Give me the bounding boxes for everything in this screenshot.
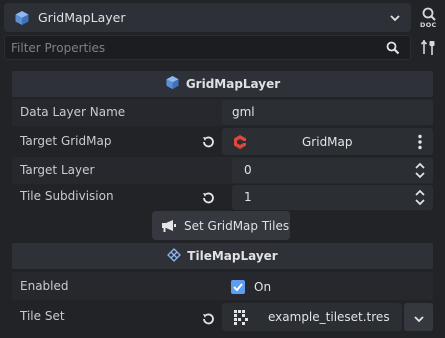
tile-subdivision-value: 1	[244, 190, 252, 204]
revert-icon[interactable]	[200, 190, 216, 206]
section-title: GridMapLayer	[185, 77, 281, 91]
tileset-icon	[233, 309, 249, 328]
enabled-checkbox[interactable]	[231, 280, 245, 294]
filter-properties-field[interactable]	[4, 35, 411, 60]
section-header-tilemaplayer[interactable]: TileMapLayer	[12, 243, 433, 269]
tile-set-resource-picker[interactable]: example_tileset.tres	[222, 303, 402, 331]
data-layer-name-value: gml	[232, 105, 255, 119]
chevron-down-icon	[413, 313, 425, 327]
property-label: Tile Subdivision	[20, 189, 114, 203]
megaphone-icon	[161, 219, 177, 236]
tile-subdivision-spinbox[interactable]: 1	[232, 185, 433, 210]
inspector-tools-button[interactable]	[418, 37, 440, 59]
filter-input[interactable]	[11, 40, 371, 56]
target-layer-value: 0	[244, 163, 252, 177]
tile-set-dropdown-button[interactable]	[404, 303, 433, 331]
chevron-down-icon	[389, 12, 401, 26]
gridmap-layer-icon	[14, 10, 30, 29]
gridmap-layer-icon	[165, 75, 180, 93]
spin-arrows-icon[interactable]	[414, 162, 426, 182]
tools-icon	[420, 40, 435, 55]
property-label: Data Layer Name	[20, 105, 126, 119]
more-vertical-icon[interactable]	[417, 134, 423, 153]
documentation-button[interactable]: DOC	[418, 5, 442, 31]
enabled-state-label: On	[254, 280, 272, 294]
property-label: Enabled	[20, 279, 69, 293]
target-gridmap-value: GridMap	[302, 135, 353, 149]
property-row	[12, 272, 433, 300]
data-layer-name-input[interactable]: gml	[222, 100, 433, 125]
tile-set-value: example_tileset.tres	[268, 310, 390, 324]
target-gridmap-picker[interactable]: GridMap	[222, 128, 433, 155]
target-layer-spinbox[interactable]: 0	[232, 158, 433, 183]
property-label: Tile Set	[20, 309, 65, 323]
node-title: GridMapLayer	[38, 10, 126, 25]
property-label: Target GridMap	[20, 134, 112, 148]
checkmark-icon	[233, 283, 243, 292]
doc-label: DOC	[420, 21, 437, 29]
search-icon	[386, 41, 400, 58]
set-gridmap-tiles-button[interactable]: Set GridMap Tiles	[152, 211, 290, 240]
revert-icon[interactable]	[200, 311, 216, 327]
tilemap-layer-icon	[167, 247, 182, 265]
property-label: Target Layer	[20, 163, 95, 177]
gridmap-icon	[232, 134, 248, 153]
section-title: TileMapLayer	[187, 249, 278, 263]
spin-arrows-icon[interactable]	[414, 189, 426, 209]
revert-icon[interactable]	[200, 134, 216, 150]
button-label: Set GridMap Tiles	[184, 219, 290, 233]
section-header-gridmaplayer[interactable]: GridMapLayer	[12, 71, 433, 97]
node-selector[interactable]: GridMapLayer	[4, 3, 411, 32]
